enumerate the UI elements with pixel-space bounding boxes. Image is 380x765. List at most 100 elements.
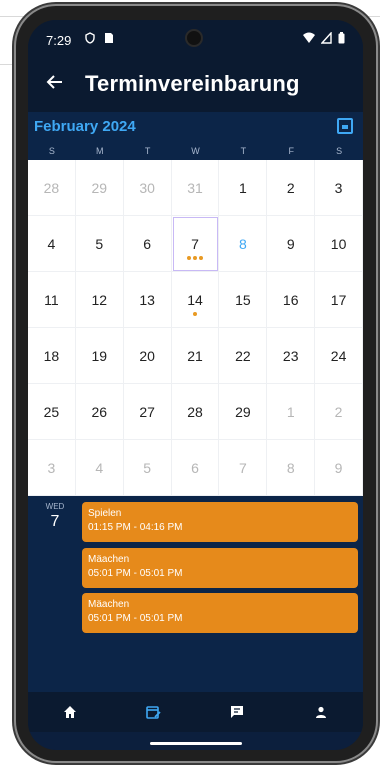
month-label[interactable]: February 2024	[34, 118, 136, 135]
day-number: 30	[139, 180, 155, 196]
day-number: 29	[235, 404, 251, 420]
calendar-day[interactable]: 28	[171, 384, 220, 440]
nav-home[interactable]	[28, 692, 112, 732]
weekday-label: M	[96, 146, 104, 156]
bottom-navigation	[28, 692, 363, 732]
calendar-day[interactable]: 21	[171, 328, 220, 384]
day-number: 4	[47, 236, 56, 252]
calendar-day[interactable]: 30	[123, 160, 172, 216]
day-number: 1	[238, 180, 247, 196]
calendar-day[interactable]: 29	[75, 160, 124, 216]
calendar-day[interactable]: 13	[123, 272, 172, 328]
calendar-day[interactable]: 14	[171, 272, 220, 328]
day-number: 9	[334, 460, 343, 476]
calendar-day[interactable]: 2	[267, 160, 316, 216]
gesture-home-bar[interactable]	[150, 742, 242, 745]
weekday-label: W	[191, 146, 200, 156]
day-number: 4	[95, 460, 104, 476]
signal-icon	[321, 32, 332, 44]
event-time: 01:15 PM - 04:16 PM	[88, 522, 183, 533]
event-time: 05:01 PM - 05:01 PM	[88, 568, 183, 579]
calendar-day[interactable]: 1	[219, 160, 268, 216]
calendar-day[interactable]: 31	[171, 160, 220, 216]
event-dot	[192, 312, 197, 316]
nav-profile[interactable]	[279, 692, 363, 732]
nav-calendar[interactable]	[112, 692, 196, 732]
calendar-day[interactable]: 6	[171, 440, 220, 496]
calendar-day[interactable]: 12	[75, 272, 124, 328]
person-icon	[316, 706, 327, 718]
weekday-label: S	[48, 146, 55, 156]
day-number: 5	[143, 460, 152, 476]
calendar-day[interactable]: 8	[267, 440, 316, 496]
event-card[interactable]: Mäachen 05:01 PM - 05:01 PM	[82, 548, 358, 588]
event-dot	[198, 256, 203, 260]
calendar-day[interactable]: 2	[315, 384, 363, 440]
day-number: 2	[286, 180, 295, 196]
calendar-day[interactable]: 27	[123, 384, 172, 440]
calendar-day[interactable]: 6	[123, 216, 172, 272]
calendar-day[interactable]: 18	[28, 328, 76, 384]
sim-card-icon	[105, 33, 113, 43]
selected-weekday: WED	[45, 502, 65, 511]
calendar-day[interactable]: 24	[315, 328, 363, 384]
shield-icon	[85, 32, 95, 44]
calendar-day[interactable]: 3	[28, 440, 76, 496]
event-card[interactable]: Spielen 01:15 PM - 04:16 PM	[82, 502, 358, 542]
app-bar: Terminvereinbarung	[28, 58, 363, 112]
calendar-day[interactable]: 19	[75, 328, 124, 384]
calendar-day[interactable]: 8	[219, 216, 268, 272]
calendar-today-icon[interactable]	[337, 118, 353, 134]
calendar-day[interactable]: 4	[75, 440, 124, 496]
calendar-day[interactable]: 17	[315, 272, 363, 328]
day-number: 14	[187, 292, 203, 308]
calendar-day[interactable]: 7	[219, 440, 268, 496]
calendar-day[interactable]: 29	[219, 384, 268, 440]
calendar-day[interactable]: 5	[75, 216, 124, 272]
event-card[interactable]: Mäachen 05:01 PM - 05:01 PM	[82, 593, 358, 633]
day-number: 7	[238, 460, 247, 476]
calendar-day[interactable]: 11	[28, 272, 76, 328]
day-number: 6	[143, 236, 152, 252]
home-icon	[63, 706, 76, 718]
day-number: 12	[91, 292, 108, 308]
day-number: 11	[44, 292, 59, 308]
selected-date: WED 7	[28, 502, 82, 531]
calendar-day[interactable]: 5	[123, 440, 172, 496]
day-number: 29	[91, 180, 108, 196]
event-title: Spielen	[88, 508, 122, 519]
status-time: 7:29	[46, 33, 72, 48]
calendar-day[interactable]: 23	[267, 328, 316, 384]
day-number: 15	[235, 292, 251, 308]
day-number: 3	[334, 180, 343, 196]
calendar-day[interactable]: 28	[28, 160, 76, 216]
phone-frame: 7:29 Terminvereinbarung February 2024 S M…	[16, 6, 376, 761]
calendar-day[interactable]: 7	[171, 216, 220, 272]
day-number: 7	[191, 236, 199, 252]
day-number: 10	[330, 236, 347, 252]
calendar-day[interactable]: 9	[315, 440, 363, 496]
app-screen: 7:29 Terminvereinbarung February 2024 S M…	[28, 20, 363, 750]
day-number: 8	[286, 460, 295, 476]
calendar-day[interactable]: 16	[267, 272, 316, 328]
day-number: 19	[91, 348, 108, 364]
day-number: 22	[235, 348, 251, 364]
back-button[interactable]	[40, 70, 70, 100]
day-number: 17	[330, 292, 347, 308]
calendar-day[interactable]: 3	[315, 160, 363, 216]
calendar-day[interactable]: 9	[267, 216, 316, 272]
camera-cutout	[185, 29, 203, 47]
event-dot	[186, 256, 191, 260]
calendar-day[interactable]: 22	[219, 328, 268, 384]
calendar-day[interactable]: 15	[219, 272, 268, 328]
day-number: 6	[191, 460, 199, 476]
day-number: 27	[139, 404, 155, 420]
calendar-day[interactable]: 26	[75, 384, 124, 440]
calendar-day[interactable]: 10	[315, 216, 363, 272]
calendar-day[interactable]: 4	[28, 216, 76, 272]
nav-chat[interactable]	[196, 692, 280, 732]
calendar-day[interactable]: 1	[267, 384, 316, 440]
calendar-day[interactable]: 25	[28, 384, 76, 440]
calendar-day[interactable]: 20	[123, 328, 172, 384]
day-number: 28	[187, 404, 203, 420]
